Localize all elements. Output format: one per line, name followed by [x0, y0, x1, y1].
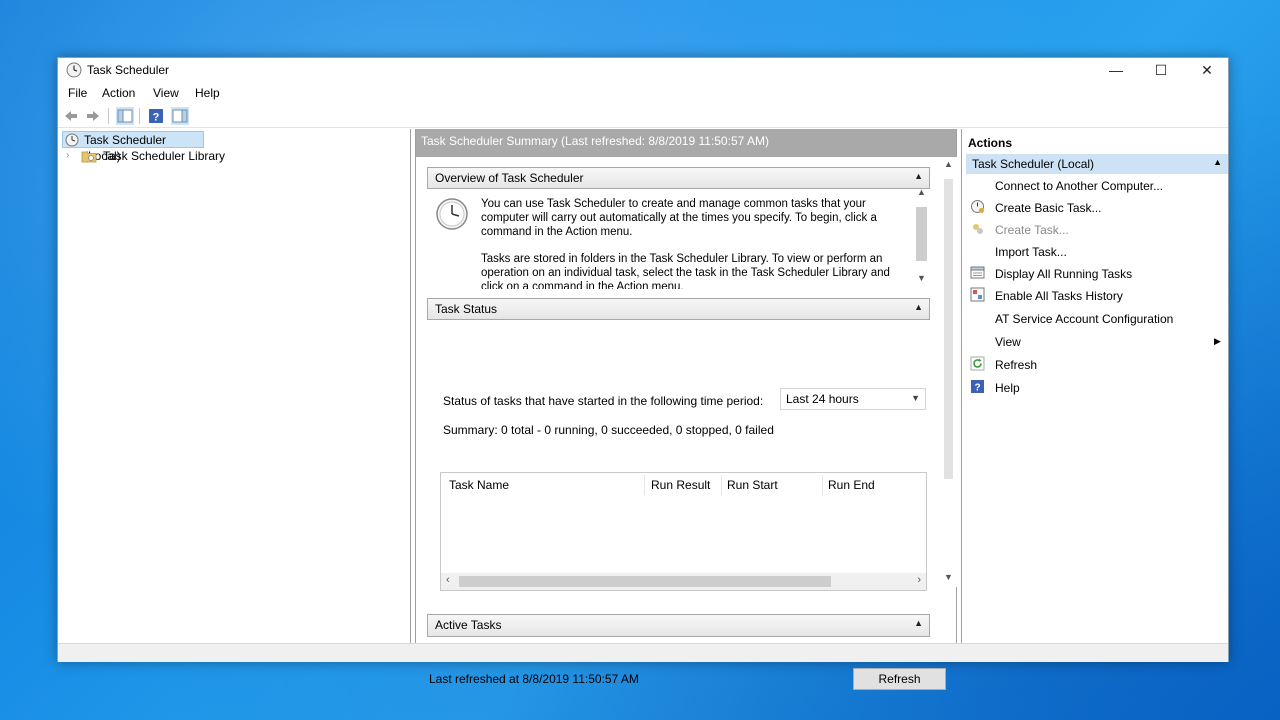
minimize-button[interactable]: — [1093, 58, 1139, 82]
column-header-run-start[interactable]: Run Start [727, 478, 778, 492]
chevron-down-icon: ▼ [911, 393, 920, 403]
title-bar[interactable]: Task Scheduler — ☐ ✕ [58, 58, 1228, 82]
scroll-thumb[interactable] [944, 179, 953, 479]
summary-header: Task Scheduler Summary (Last refreshed: … [416, 129, 956, 157]
expand-chevron-icon[interactable]: › [66, 148, 69, 164]
action-display-all-running-tasks[interactable]: Display All Running Tasks [995, 267, 1132, 281]
status-bar [58, 643, 1228, 662]
create-task-icon [973, 224, 983, 234]
action-connect-to-another-computer[interactable]: Connect to Another Computer... [995, 179, 1163, 193]
time-period-dropdown[interactable]: Last 24 hours ▼ [780, 388, 926, 410]
collapse-caret-icon[interactable]: ▲ [914, 302, 923, 312]
actions-pane: Actions Task Scheduler (Local) ▲ Connect… [961, 129, 1229, 643]
toolbar-separator [108, 108, 109, 124]
forward-arrow-icon[interactable] [84, 107, 102, 125]
task-status-grid[interactable]: Task Name Run Result Run Start Run End ‹… [440, 472, 927, 591]
column-header-task-name[interactable]: Task Name [449, 478, 509, 492]
task-scheduler-window: Task Scheduler — ☐ ✕ File Action View He… [57, 57, 1229, 690]
action-create-basic-task[interactable]: Create Basic Task... [995, 201, 1102, 215]
menu-bar: File Action View Help [58, 83, 1228, 103]
scroll-left-icon[interactable]: ‹ [446, 574, 450, 586]
action-create-task[interactable]: Create Task... [995, 223, 1069, 237]
window-title: Task Scheduler [87, 63, 170, 77]
grid-horizontal-scrollbar[interactable]: ‹ › [441, 573, 926, 590]
column-header-run-result[interactable]: Run Result [651, 478, 710, 492]
overview-section-header[interactable]: Overview of Task Scheduler ▲ [427, 167, 930, 189]
maximize-button[interactable]: ☐ [1138, 58, 1184, 82]
column-separator[interactable] [822, 475, 823, 495]
section-title: Task Status [435, 302, 498, 316]
column-separator[interactable] [644, 475, 645, 495]
scroll-down-icon[interactable]: ▼ [944, 572, 953, 582]
action-at-service-account-configuration[interactable]: AT Service Account Configuration [995, 312, 1173, 326]
menu-action[interactable]: Action [102, 86, 135, 100]
action-refresh[interactable]: Refresh [995, 358, 1037, 372]
overview-scrollbar[interactable]: ▲ ▼ [913, 189, 930, 289]
summary-pane: Task Scheduler Summary (Last refreshed: … [415, 129, 957, 690]
create-basic-task-icon [971, 200, 984, 213]
scroll-down-icon[interactable]: ▼ [917, 273, 926, 283]
dropdown-value: Last 24 hours [786, 392, 859, 406]
action-help[interactable]: Help [995, 381, 1020, 395]
tree-item-label: Task Scheduler Library [103, 149, 226, 163]
overview-paragraph: Tasks are stored in folders in the Task … [481, 253, 890, 289]
close-button[interactable]: ✕ [1184, 58, 1230, 82]
status-summary: Summary: 0 total - 0 running, 0 succeede… [443, 423, 774, 437]
help-icon[interactable]: ? [147, 107, 165, 125]
action-view[interactable]: View [995, 335, 1021, 349]
column-separator[interactable] [721, 475, 722, 495]
help-icon: ? [971, 380, 984, 394]
actions-group-label: Task Scheduler (Local) [972, 157, 1095, 171]
console-tree-pane: Task Scheduler (Local) › Task Scheduler … [58, 129, 411, 643]
running-tasks-icon [970, 266, 985, 279]
refresh-icon [970, 356, 985, 371]
action-import-task[interactable]: Import Task... [995, 245, 1067, 259]
svg-text:?: ? [974, 383, 980, 394]
summary-vertical-scrollbar[interactable]: ▲ ▼ [940, 157, 957, 587]
menu-view[interactable]: View [153, 86, 179, 100]
last-refreshed-text: Last refreshed at 8/8/2019 11:50:57 AM [429, 672, 639, 686]
active-tasks-section-header[interactable]: Active Tasks ▲ [427, 614, 930, 637]
toolbar: ? [58, 104, 1228, 128]
tree-item-task-scheduler-local[interactable]: Task Scheduler (Local) [62, 131, 204, 163]
actions-group-header[interactable]: Task Scheduler (Local) ▲ [966, 154, 1228, 174]
overview-text: You can use Task Scheduler to create and… [481, 197, 901, 289]
scroll-thumb[interactable] [916, 207, 927, 261]
submenu-arrow-icon: ▶ [1214, 336, 1221, 346]
show-hide-console-tree-icon[interactable] [116, 107, 134, 125]
clock-icon [65, 133, 79, 147]
scroll-thumb[interactable] [459, 576, 831, 587]
scroll-up-icon[interactable]: ▲ [944, 159, 953, 169]
refresh-button[interactable]: Refresh [853, 668, 946, 690]
folder-icon [81, 151, 97, 163]
scroll-right-icon[interactable]: › [917, 574, 921, 586]
section-title: Overview of Task Scheduler [435, 171, 584, 185]
tree-item-task-scheduler-library[interactable]: › Task Scheduler Library [66, 148, 246, 165]
menu-help[interactable]: Help [195, 86, 220, 100]
clock-icon [66, 62, 82, 78]
action-enable-all-tasks-history[interactable]: Enable All Tasks History [995, 289, 1123, 303]
overview-paragraph: You can use Task Scheduler to create and… [481, 198, 877, 238]
svg-text:?: ? [153, 112, 160, 124]
history-icon [970, 287, 985, 302]
column-header-run-end[interactable]: Run End [828, 478, 875, 492]
menu-file[interactable]: File [68, 86, 87, 100]
show-hide-action-pane-icon[interactable] [171, 107, 189, 125]
back-arrow-icon[interactable] [62, 107, 80, 125]
collapse-caret-icon[interactable]: ▲ [1213, 157, 1222, 167]
toolbar-separator [139, 108, 140, 124]
section-title: Active Tasks [435, 618, 502, 632]
collapse-caret-icon[interactable]: ▲ [914, 618, 923, 628]
task-scheduler-clock-icon [436, 198, 468, 230]
overview-body: You can use Task Scheduler to create and… [427, 189, 930, 289]
collapse-caret-icon[interactable]: ▲ [914, 171, 923, 181]
task-status-section-header[interactable]: Task Status ▲ [427, 298, 930, 320]
status-period-label: Status of tasks that have started in the… [443, 394, 764, 408]
actions-title: Actions [968, 136, 1013, 150]
scroll-up-icon[interactable]: ▲ [917, 189, 926, 197]
